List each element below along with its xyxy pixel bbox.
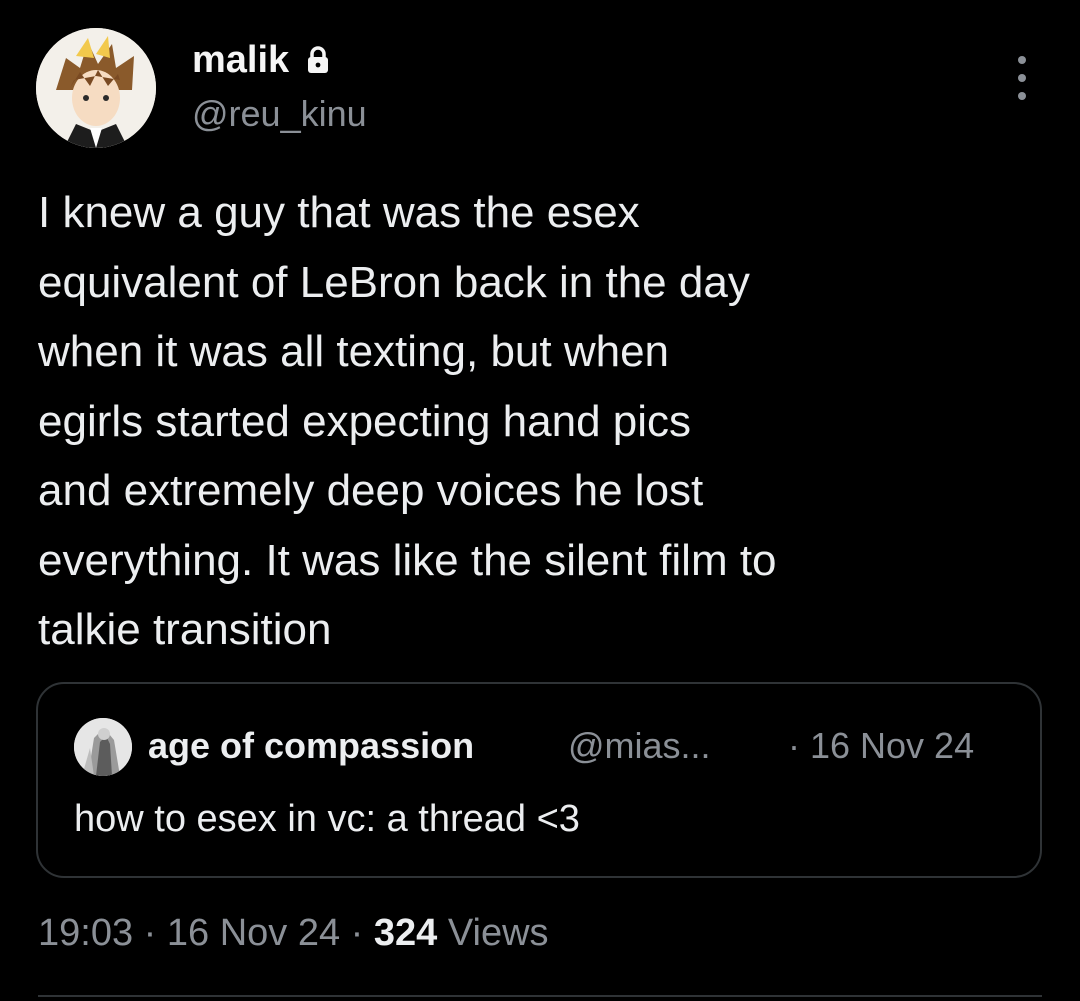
lock-icon	[308, 46, 329, 73]
quote-author-avatar[interactable]	[74, 718, 132, 776]
views-count[interactable]: 324	[374, 912, 437, 954]
grayscale-figure-avatar-icon	[74, 718, 132, 776]
tweet-line: equivalent of LeBron back in the day	[38, 257, 750, 307]
tweet-line: everything. It was like the silent film …	[38, 535, 777, 585]
author-avatar[interactable]	[36, 28, 156, 148]
quoted-tweet-card[interactable]: age of compassion @mias... · 16 Nov 24 h…	[36, 682, 1042, 878]
author-name-text[interactable]: malik	[192, 38, 289, 82]
quote-author-handle[interactable]: @mias...	[568, 724, 711, 768]
anime-character-avatar-icon	[36, 28, 156, 148]
more-dot	[1018, 92, 1026, 100]
quote-text: how to esex in vc: a thread <3	[74, 798, 580, 840]
meta-separator: ·	[340, 912, 374, 954]
divider	[38, 995, 1042, 997]
tweet-body: I knew a guy that was the esex equivalen…	[38, 178, 1038, 665]
quote-author-name[interactable]: age of compassion	[148, 724, 474, 768]
quote-date[interactable]: · 16 Nov 24	[788, 724, 974, 768]
tweet-metadata: 19:03 · 16 Nov 24 · 324 Views	[38, 908, 549, 958]
tweet-line: talkie transition	[38, 605, 332, 654]
more-options-icon[interactable]	[1008, 56, 1036, 100]
views-label: Views	[447, 912, 549, 954]
tweet-line: egirls started expecting hand pics	[38, 396, 692, 446]
tweet-line: when it was all texting, but when	[38, 327, 670, 376]
meta-separator: ·	[133, 912, 167, 954]
more-dot	[1018, 74, 1026, 82]
tweet-date[interactable]: 16 Nov 24	[167, 912, 340, 954]
tweet-line: I knew a guy that was the esex	[38, 188, 640, 237]
more-dot	[1018, 56, 1026, 64]
author-handle[interactable]: @reu_kinu	[192, 92, 367, 136]
tweet-line: and extremely deep voices he lost	[38, 466, 704, 515]
author-display-name[interactable]: malik	[192, 38, 333, 82]
tweet-time[interactable]: 19:03	[38, 912, 133, 954]
